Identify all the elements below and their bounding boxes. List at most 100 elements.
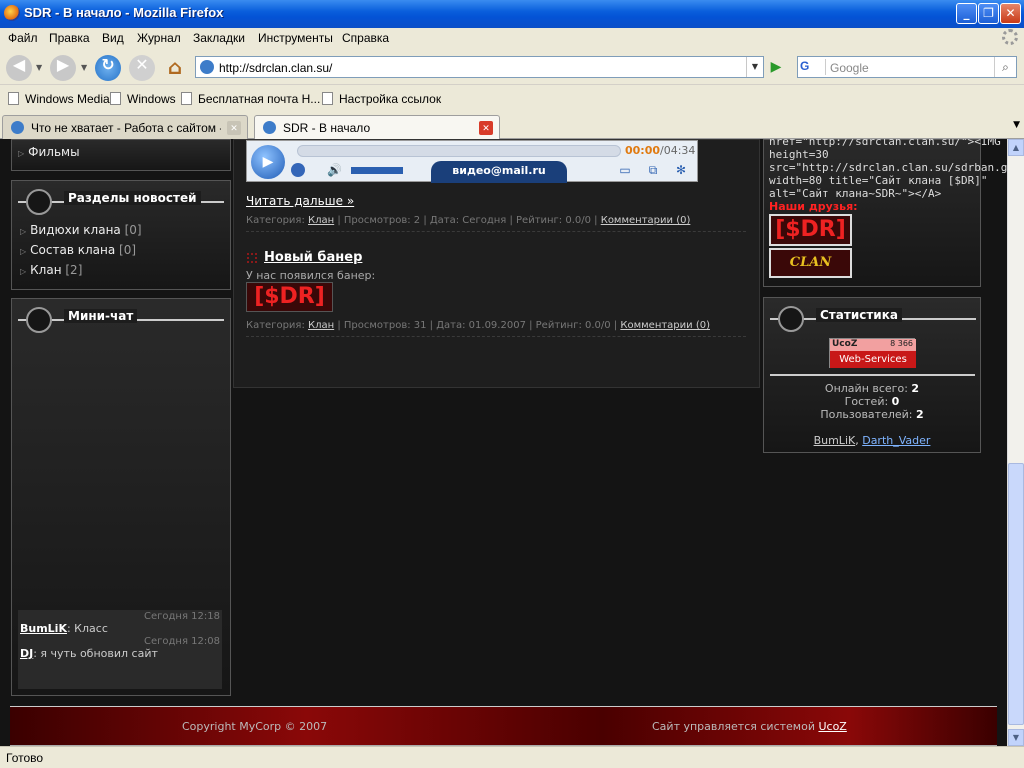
- menu-history[interactable]: Журнал: [137, 31, 181, 45]
- scroll-up-icon[interactable]: ▲: [1008, 139, 1024, 156]
- home-button[interactable]: ⌂: [162, 55, 188, 81]
- close-tab-icon[interactable]: ✕: [227, 121, 241, 135]
- maximize-button[interactable]: ❐: [978, 3, 999, 24]
- search-engine-icon[interactable]: G: [800, 59, 826, 75]
- divider: [770, 374, 975, 376]
- stop-icon[interactable]: [291, 163, 305, 177]
- bookmark-item[interactable]: Настройка ссылок: [322, 92, 441, 106]
- ucoz-counter-top: UcoZ 8 366: [830, 339, 916, 351]
- category-item[interactable]: ▷ Клан [2]: [20, 263, 82, 277]
- forward-button[interactable]: ▶: [50, 55, 76, 81]
- menu-edit[interactable]: Правка: [49, 31, 90, 45]
- pulse-icon: [26, 189, 52, 215]
- bookmark-item[interactable]: Бесплатная почта Н...: [181, 92, 320, 106]
- search-box[interactable]: G Google ⌕: [797, 56, 1017, 78]
- post-title[interactable]: Новый банер: [264, 250, 362, 265]
- tab-list-dropdown-icon[interactable]: ▼: [1013, 120, 1020, 130]
- close-window-button[interactable]: ✕: [1000, 3, 1021, 24]
- post-text: У нас появился банер:: [246, 269, 376, 282]
- bookmark-item[interactable]: Windows Media: [8, 92, 110, 106]
- ucoz-counter[interactable]: UcoZ 8 366 Web-Services: [829, 338, 916, 368]
- friend-banner[interactable]: [$DR]: [769, 214, 852, 246]
- tab-label: Что не хватает - Работа с сайтом - ...: [31, 121, 221, 135]
- settings-icon[interactable]: ✻: [673, 163, 689, 177]
- go-button[interactable]: ▶: [766, 57, 786, 77]
- user-link[interactable]: BumLiK: [814, 434, 856, 447]
- fullscreen-icon[interactable]: ▭: [617, 163, 633, 177]
- comments-link[interactable]: Комментарии (0): [620, 320, 710, 331]
- category-films[interactable]: ▷ Фильмы: [18, 145, 80, 159]
- status-bar: Готово: [0, 746, 1024, 768]
- video-player: ▶ 🔊 видео@mail.ru 00:00/04:34 ▭ ⧉ ✻: [246, 140, 698, 183]
- back-history-dropdown-icon[interactable]: ▼: [36, 63, 42, 72]
- player-logo: видео@mail.ru: [431, 161, 567, 183]
- back-button[interactable]: ◀: [6, 55, 32, 81]
- friend-banner[interactable]: CLAN: [769, 248, 852, 278]
- sdr-banner: [$DR]: [246, 282, 333, 312]
- comments-link[interactable]: Комментарии (0): [601, 215, 691, 226]
- page-icon: [8, 92, 19, 105]
- tab-label: SDR - В начало: [283, 121, 371, 135]
- popout-icon[interactable]: ⧉: [645, 163, 661, 177]
- block-header: Мини-чат: [18, 305, 224, 337]
- vertical-scrollbar[interactable]: ▲ ▼: [1007, 139, 1024, 746]
- menu-bar: Файл Правка Вид Журнал Закладки Инструме…: [0, 28, 1024, 48]
- address-text[interactable]: http://sdrclan.clan.su/: [219, 61, 332, 75]
- forward-history-dropdown-icon[interactable]: ▼: [81, 63, 87, 72]
- chat-message: BumLiK: Класс: [20, 622, 108, 635]
- tab-sdr[interactable]: SDR - В начало ✕: [254, 115, 500, 140]
- stop-button[interactable]: ✕: [129, 55, 155, 81]
- address-bar[interactable]: http://sdrclan.clan.su/ ▼: [195, 56, 764, 78]
- site-icon: [200, 60, 214, 74]
- bookmarks-toolbar: Windows Media Windows Бесплатная почта Н…: [0, 87, 1024, 112]
- divider: [246, 231, 746, 232]
- block-title: Статистика: [816, 308, 902, 322]
- tab-site-icon: [11, 121, 24, 134]
- block-title: Мини-чат: [64, 309, 138, 323]
- category-link[interactable]: Клан: [308, 320, 334, 331]
- page-icon: [322, 92, 333, 105]
- close-tab-icon[interactable]: ✕: [479, 121, 493, 135]
- page-icon: [110, 92, 121, 105]
- scrollbar-thumb[interactable]: [1008, 463, 1024, 725]
- chat-time: Сегодня 12:08: [144, 636, 220, 647]
- block-title: Разделы новостей: [64, 191, 201, 205]
- code-line: height=30: [769, 148, 829, 161]
- read-more-link[interactable]: Читать дальше »: [246, 194, 354, 208]
- tab-site-icon: [263, 121, 276, 134]
- reload-button[interactable]: ↻: [95, 55, 121, 81]
- user-link[interactable]: Darth_Vader: [862, 434, 930, 447]
- scroll-down-icon[interactable]: ▼: [1008, 729, 1024, 746]
- menu-file[interactable]: Файл: [8, 31, 38, 45]
- post-meta: Категория: Клан | Просмотров: 2 | Дата: …: [246, 215, 691, 226]
- play-icon[interactable]: ▶: [251, 145, 285, 179]
- menu-view[interactable]: Вид: [102, 31, 124, 45]
- menu-tools[interactable]: Инструменты: [258, 31, 333, 45]
- bookmark-item[interactable]: Windows: [110, 92, 176, 106]
- category-link[interactable]: Клан: [308, 215, 334, 226]
- chat-time: Сегодня 12:18: [144, 611, 220, 622]
- category-item[interactable]: ▷ Состав клана [0]: [20, 243, 136, 257]
- code-line: width=80 title="Сайт клана [$DR]": [769, 174, 988, 187]
- volume-slider[interactable]: [351, 167, 403, 174]
- page-viewport: ▷ Фильмы Разделы новостей ▷ Видюхи клана […: [0, 139, 1007, 746]
- chat-messages: Сегодня 12:18 BumLiK: Класс Сегодня 12:0…: [18, 610, 222, 689]
- tab-bar: Что не хватает - Работа с сайтом - ... ✕…: [0, 112, 1024, 140]
- status-text: Готово: [6, 751, 44, 765]
- ucoz-counter-bottom: Web-Services: [830, 351, 916, 368]
- minimize-button[interactable]: _: [956, 3, 977, 24]
- online-users: BumLiK, Darth_Vader: [813, 434, 931, 447]
- chat-user-link[interactable]: BumLiK: [20, 622, 67, 635]
- ucoz-link[interactable]: UcoZ: [818, 720, 846, 733]
- menu-bookmarks[interactable]: Закладки: [193, 31, 245, 45]
- page-footer: Copyright MyCorp © 2007 Сайт управляется…: [10, 706, 997, 746]
- address-dropdown-icon[interactable]: ▼: [746, 57, 763, 77]
- tab-forum[interactable]: Что не хватает - Работа с сайтом - ... ✕: [2, 115, 248, 139]
- search-icon[interactable]: ⌕: [994, 57, 1016, 77]
- menu-help[interactable]: Справка: [342, 31, 389, 45]
- category-item[interactable]: ▷ Видюхи клана [0]: [20, 223, 142, 237]
- chat-user-link[interactable]: DJ: [20, 647, 33, 660]
- progress-bar[interactable]: [297, 145, 621, 157]
- pulse-icon: [778, 306, 804, 332]
- search-placeholder[interactable]: Google: [830, 61, 869, 75]
